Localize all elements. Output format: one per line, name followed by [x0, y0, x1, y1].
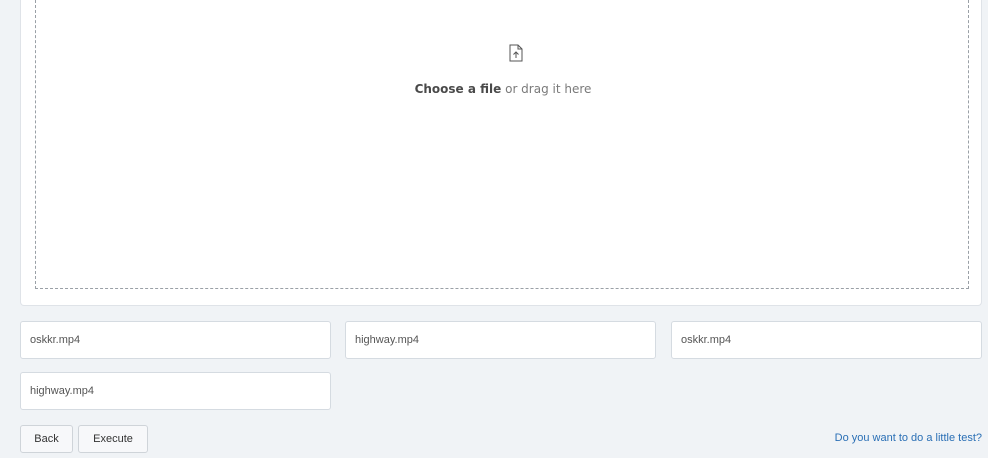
drag-hint: or drag it here: [501, 82, 592, 96]
file-item[interactable]: oskkr.mp4: [20, 321, 331, 359]
choose-file-link[interactable]: Choose a file: [415, 82, 502, 96]
file-upload-icon: [509, 44, 523, 62]
execute-button[interactable]: Execute: [78, 425, 148, 453]
dropzone-instructions: Choose a file or drag it here: [38, 82, 968, 96]
page: Choose a file or drag it here oskkr.mp4 …: [0, 0, 988, 458]
file-item[interactable]: highway.mp4: [345, 321, 656, 359]
file-item[interactable]: oskkr.mp4: [671, 321, 982, 359]
upload-card: Choose a file or drag it here: [20, 0, 982, 306]
file-dropzone[interactable]: Choose a file or drag it here: [35, 0, 969, 289]
little-test-link[interactable]: Do you want to do a little test?: [835, 432, 982, 444]
back-button[interactable]: Back: [20, 425, 73, 453]
file-item[interactable]: highway.mp4: [20, 372, 331, 410]
